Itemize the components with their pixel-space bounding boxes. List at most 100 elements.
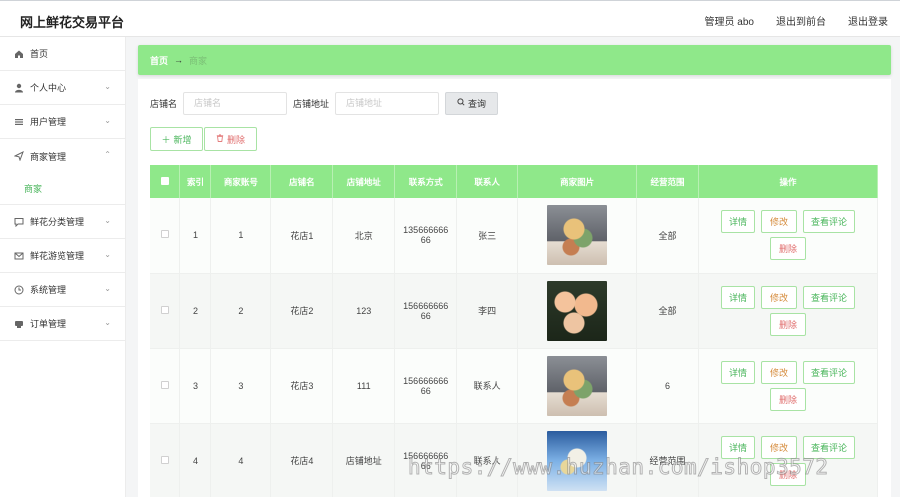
chevron-down-icon: ⌄ [104,116,111,125]
cell-address: 123 [332,273,396,349]
sidebar-item-order-management[interactable]: 订单管理 ⌄ [0,307,125,341]
printer-icon [14,319,24,329]
view-comments-button[interactable]: 查看评论 [802,360,855,384]
shop-name-label: 店铺名 [150,98,178,109]
cell-phone: 13566666666 [394,198,458,274]
cell-ops: 详情 修改 查看评论 删除 [698,348,879,424]
cell-scope: 6 [636,348,699,424]
merchant-image[interactable] [547,355,608,416]
cell-shop-name: 花店3 [270,348,334,424]
chevron-down-icon: ⌄ [104,284,111,293]
list-icon [14,117,24,127]
column-header: 店铺名 [270,165,334,198]
view-comments-button[interactable]: 查看评论 [802,285,855,309]
view-comments-button[interactable]: 查看评论 [802,210,855,234]
edit-button[interactable]: 修改 [760,285,797,309]
cell-index: 4 [179,423,212,497]
arrow-right-icon: → [174,55,184,65]
cell-index: 2 [179,273,212,349]
chevron-down-icon: ⌄ [104,250,111,259]
shop-address-input[interactable] [335,91,440,115]
table-header-row: 索引 商家账号 店铺名 店铺地址 联系方式 联系人 商家图片 经营范围 操作 [150,165,879,198]
table-row: 1 1 花店1 北京 13566666666 张三 全部 详情 修改 查看评论 … [150,198,879,274]
column-header: 联系人 [456,165,519,198]
chevron-down-icon: ⌄ [104,216,111,225]
action-bar: ＋ 新增 删除 [150,127,257,151]
merchant-table: 索引 商家账号 店铺名 店铺地址 联系方式 联系人 商家图片 经营范围 操作 1… [150,165,879,497]
search-form: 店铺名 店铺地址 查询 [150,91,499,115]
sidebar-item-merchant-management[interactable]: 商家管理 ⌃ [0,139,125,173]
add-button[interactable]: ＋ 新增 [150,127,203,151]
cell-contact: 张三 [456,198,519,274]
batch-delete-button[interactable]: 删除 [204,127,257,151]
mail-icon [14,251,24,261]
breadcrumb: 首页 → 商家 [138,45,891,75]
sidebar-item-personal-center[interactable]: 个人中心 ⌄ [0,71,125,105]
cell-shop-name: 花店1 [270,198,334,274]
sidebar: 首页 个人中心 ⌄ 用户管理 ⌄ 商家管理 ⌃ 商家 鲜花分类管理 ⌄ 鲜花游览… [0,37,126,497]
delete-button-label: 删除 [226,134,245,145]
shop-name-input[interactable] [183,91,288,115]
row-checkbox[interactable] [150,273,181,349]
cell-account: 1 [210,198,272,274]
sidebar-item-system-management[interactable]: 系统管理 ⌄ [0,273,125,307]
cell-address: 111 [332,348,396,424]
sidebar-item-flower-browse-management[interactable]: 鲜花游览管理 ⌄ [0,239,125,273]
sidebar-item-label: 用户管理 [30,117,67,127]
row-checkbox[interactable] [150,423,181,497]
view-button[interactable]: 详情 [720,360,755,384]
edit-button[interactable]: 修改 [760,210,797,234]
chevron-down-icon: ⌄ [104,82,111,91]
cell-ops: 详情 修改 查看评论 删除 [698,273,879,349]
exit-to-front-link[interactable]: 退出到前台 [776,13,826,28]
cell-image [517,198,638,274]
row-checkbox[interactable] [150,348,181,424]
sidebar-item-label: 商家管理 [30,151,67,162]
cell-ops: 详情 修改 查看评论 删除 [698,198,879,274]
delete-button[interactable]: 删除 [769,387,806,411]
search-icon [457,98,465,108]
sidebar-item-home[interactable]: 首页 [0,37,125,71]
sidebar-subitem-label: 商家 [24,184,43,194]
cell-scope: 全部 [636,273,699,349]
watermark: https://www.huzhan.com/ishop3572 [408,455,829,480]
cell-shop-name: 花店2 [270,273,334,349]
chevron-up-icon: ⌃ [104,150,111,159]
table-row: 3 3 花店3 111 15666666666 联系人 6 详情 修改 查看评论… [150,348,879,424]
cell-shop-name: 花店4 [270,423,334,497]
view-button[interactable]: 详情 [720,210,755,234]
sidebar-item-label: 鲜花游览管理 [30,251,85,261]
logout-link[interactable]: 退出登录 [848,13,888,28]
sidebar-subitem-merchant[interactable]: 商家 [0,173,125,205]
sidebar-item-label: 订单管理 [30,319,67,329]
delete-button[interactable]: 删除 [769,312,806,336]
trash-icon [216,134,224,144]
table-row: 2 2 花店2 123 15666666666 李四 全部 详情 修改 查看评论… [150,273,879,349]
merchant-image[interactable] [547,280,608,341]
cell-address: 店铺地址 [332,423,396,497]
sidebar-item-user-management[interactable]: 用户管理 ⌄ [0,105,125,139]
column-header: 联系方式 [394,165,458,198]
breadcrumb-home[interactable]: 首页 [150,54,168,67]
sidebar-item-category-management[interactable]: 鲜花分类管理 ⌄ [0,205,125,239]
cell-phone: 15666666666 [394,273,458,349]
shop-address-label: 店铺地址 [293,98,330,109]
cell-account: 4 [210,423,272,497]
view-button[interactable]: 详情 [720,285,755,309]
select-all-checkbox[interactable] [150,165,181,198]
chat-icon [14,217,24,227]
cell-image [517,273,638,349]
delete-button[interactable]: 删除 [769,237,806,261]
chevron-down-icon: ⌄ [104,318,111,327]
cell-index: 1 [179,198,212,274]
cell-contact: 联系人 [456,348,519,424]
query-button[interactable]: 查询 [445,91,499,115]
cell-account: 3 [210,348,272,424]
current-user: 管理员 abo [704,17,754,28]
merchant-image[interactable] [547,205,608,266]
edit-button[interactable]: 修改 [760,360,797,384]
top-bar-links: 管理员 abo 退出到前台 退出登录 [705,13,888,28]
column-header: 索引 [179,165,212,198]
row-checkbox[interactable] [150,198,181,274]
cell-contact: 李四 [456,273,519,349]
